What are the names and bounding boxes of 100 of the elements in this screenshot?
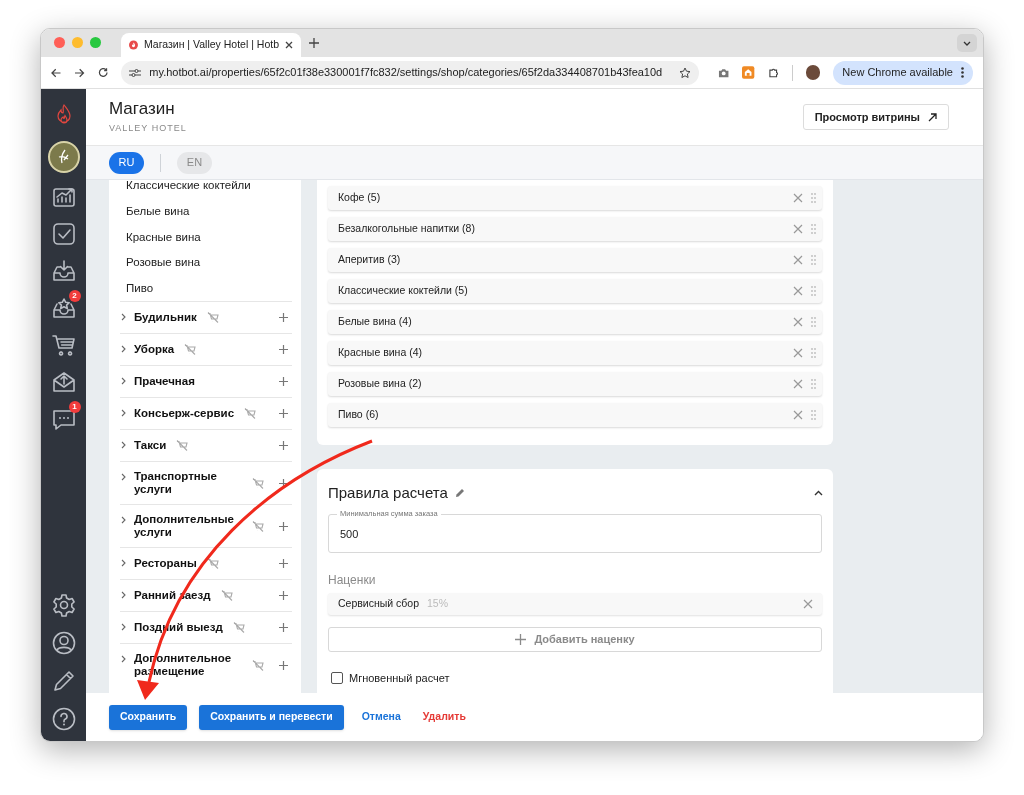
inbox-download-icon[interactable] <box>51 259 76 283</box>
browser-tab[interactable]: Магазин | Valley Hotel | Hotb <box>121 33 301 57</box>
help-icon[interactable] <box>51 707 76 731</box>
subcategory-chip[interactable]: Безалкогольные напитки (8) <box>328 217 822 241</box>
subcategory-item[interactable]: Классические коктейли <box>120 180 292 199</box>
chevron-right-icon[interactable] <box>121 655 126 664</box>
add-icon[interactable] <box>279 559 288 569</box>
chevron-up-icon[interactable] <box>814 490 823 496</box>
add-icon[interactable] <box>279 478 288 488</box>
subcategory-chip[interactable]: Кофе (5) <box>328 186 822 210</box>
envelope-upload-icon[interactable] <box>51 370 76 394</box>
drag-handle-icon[interactable] <box>811 286 816 296</box>
category-label[interactable]: Будильник <box>134 311 197 325</box>
page-title: Магазин <box>109 98 176 119</box>
chevron-right-icon[interactable] <box>121 559 126 568</box>
add-icon[interactable] <box>279 345 288 355</box>
cancel-link[interactable]: Отмена <box>361 709 401 725</box>
forward-icon[interactable] <box>74 67 85 78</box>
subcategory-item[interactable]: Красные вина <box>120 224 292 251</box>
signature-icon <box>56 149 71 165</box>
storefront-button[interactable]: Просмотр витрины <box>802 104 949 130</box>
notification-badge: 1 <box>68 401 81 413</box>
category-label[interactable]: Дополнительные услуги <box>134 513 242 540</box>
more-options-icon <box>961 67 964 78</box>
drag-handle-icon[interactable] <box>811 224 816 234</box>
drag-handle-icon[interactable] <box>811 410 816 420</box>
chevron-right-icon[interactable] <box>121 313 126 322</box>
profile-avatar[interactable] <box>806 65 821 80</box>
inbox-star-icon[interactable] <box>51 296 76 320</box>
add-icon[interactable] <box>279 441 288 451</box>
puzzle-icon[interactable] <box>767 66 780 79</box>
category-label[interactable]: Уборка <box>134 343 175 357</box>
category-label[interactable]: Прачечная <box>134 375 195 389</box>
chevron-right-icon[interactable] <box>121 409 126 418</box>
subcategory-chip[interactable]: Розовые вина (2) <box>328 372 822 396</box>
subcategory-chip[interactable]: Красные вина (4) <box>328 341 822 365</box>
section-title: Правила расчета <box>328 482 448 503</box>
hotel-name: VALLEY HOTEL <box>109 121 187 135</box>
save-button[interactable]: Сохранить <box>109 704 188 730</box>
drag-handle-icon[interactable] <box>811 193 816 203</box>
subcategory-item[interactable]: Пиво <box>120 275 292 302</box>
back-icon[interactable] <box>51 67 62 78</box>
subcategory-chip[interactable]: Аперитив (3) <box>328 248 822 272</box>
chevron-right-icon[interactable] <box>121 441 126 450</box>
chevron-right-icon[interactable] <box>121 345 126 354</box>
add-icon[interactable] <box>279 660 288 670</box>
add-icon[interactable] <box>279 521 288 531</box>
drag-handle-icon[interactable] <box>811 317 816 327</box>
chevron-right-icon[interactable] <box>121 623 126 632</box>
category-label[interactable]: Консьерж-сервис <box>134 407 235 421</box>
category-label[interactable]: Транспортные услуги <box>134 470 242 497</box>
category-label[interactable]: Такси <box>134 439 167 453</box>
update-button[interactable]: New Chrome available <box>833 60 973 85</box>
user-icon[interactable] <box>51 631 76 655</box>
edit-pencil-icon[interactable] <box>454 488 465 498</box>
subcategory-chip[interactable]: Белые вина (4) <box>328 310 822 334</box>
save-and-translate-button[interactable]: Сохранить и перевести <box>199 704 344 730</box>
chevron-right-icon[interactable] <box>121 591 126 600</box>
add-icon[interactable] <box>279 591 288 601</box>
subcategory-chip[interactable]: Классические коктейли (5) <box>328 279 822 303</box>
drag-handle-icon[interactable] <box>811 255 816 265</box>
flame-logo-icon[interactable] <box>56 104 71 124</box>
subcategory-chip[interactable]: Пиво (6) <box>328 403 822 427</box>
close-icon[interactable] <box>285 41 293 49</box>
add-icon[interactable] <box>279 623 288 633</box>
chevron-right-icon[interactable] <box>121 377 126 386</box>
close-window-control[interactable] <box>54 37 65 48</box>
address-bar[interactable]: my.hotbot.ai/properties/65f2c01f38e330001f7fc832/settings/shop/categories/65f2da334408701b43fea10d <box>121 60 700 85</box>
subcategory-item[interactable]: Розовые вина <box>120 250 292 276</box>
notification-badge: 2 <box>68 290 81 302</box>
chevron-right-icon[interactable] <box>121 516 126 525</box>
cart-icon[interactable] <box>51 333 76 357</box>
chat-icon[interactable] <box>51 407 76 431</box>
field-value: 500 <box>340 527 359 543</box>
site-settings-icon[interactable] <box>129 67 142 78</box>
extension-icon[interactable] <box>742 66 755 79</box>
category-label[interactable]: Рестораны <box>134 557 197 571</box>
add-icon[interactable] <box>279 313 288 323</box>
hotel-logo-avatar[interactable] <box>47 141 80 173</box>
markups-label: Наценки <box>328 573 377 587</box>
language-tab[interactable]: RU <box>109 151 144 174</box>
instant-checkbox[interactable] <box>331 672 343 685</box>
chevron-right-icon[interactable] <box>121 473 126 482</box>
add-icon[interactable] <box>279 377 288 387</box>
url-text: my.hotbot.ai/properties/65f2c01f38e330001f7fc832/settings/shop/categories/65f2da334408701b43fea10d <box>149 65 663 81</box>
new-tab-icon[interactable] <box>309 38 319 48</box>
delete-link[interactable]: Удалить <box>422 709 466 725</box>
checkbox-icon[interactable] <box>51 222 76 246</box>
pencil-icon[interactable] <box>51 669 76 693</box>
camera-icon[interactable] <box>718 67 730 78</box>
add-icon[interactable] <box>279 409 288 419</box>
reload-icon[interactable] <box>97 67 109 78</box>
drag-handle-icon[interactable] <box>811 379 816 389</box>
chart-icon[interactable] <box>51 185 76 209</box>
category-row[interactable]: Прачечная <box>120 365 292 398</box>
drag-handle-icon[interactable] <box>811 348 816 358</box>
bookmark-star-icon[interactable] <box>679 66 692 79</box>
settings-icon[interactable] <box>51 593 76 617</box>
subcategory-item[interactable]: Белые вина <box>120 198 292 225</box>
tab-search-button[interactable] <box>957 34 977 52</box>
